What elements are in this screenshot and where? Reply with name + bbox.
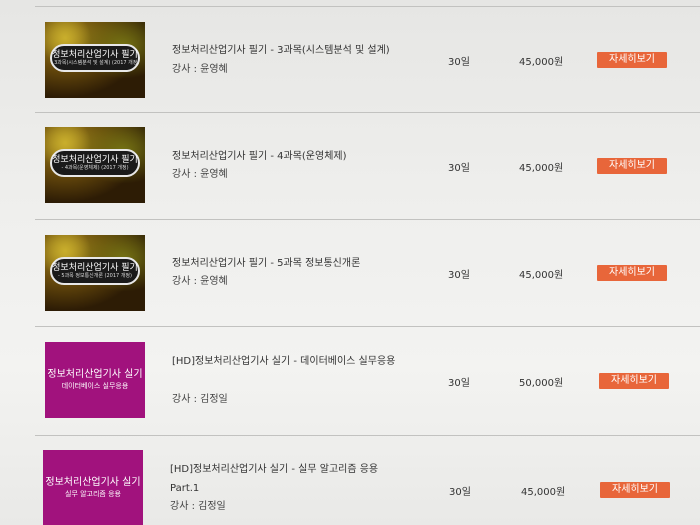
course-price: 45,000원 [519, 270, 564, 281]
course-price: 45,000원 [519, 163, 564, 174]
details-button[interactable]: 자세히보기 [600, 482, 670, 498]
thumbnail-title-pill: 정보처리산업기사 필기 - 4과목(운영체제) (2017 개정) [50, 149, 140, 177]
course-thumbnail[interactable]: 정보처리산업기사 필기 - 3과목(시스템분석 및 설계) (2017 개정) [45, 22, 145, 98]
course-title[interactable]: [HD]정보처리산업기사 실기 - 실무 알고리즘 응용 Part.1 [170, 460, 405, 498]
thumbnail-title: 정보처리산업기사 필기 [52, 49, 138, 60]
course-instructor: 강사 : 윤영혜 [172, 64, 228, 75]
details-button[interactable]: 자세히보기 [597, 265, 667, 281]
details-button[interactable]: 자세히보기 [599, 373, 669, 389]
course-title[interactable]: [HD]정보처리산업기사 실기 - 데이터베이스 실무응용 [172, 352, 422, 371]
course-row: 정보처리산업기사 필기 - 4과목(운영체제) (2017 개정) 정보처리산업… [35, 113, 700, 218]
course-thumbnail[interactable]: 정보처리산업기사 필기 - 4과목(운영체제) (2017 개정) [45, 127, 145, 203]
course-title[interactable]: 정보처리산업기사 필기 - 4과목(운영체제) [172, 147, 422, 166]
course-thumbnail[interactable]: 정보처리산업기사 실기 데이터베이스 실무응용 [45, 342, 145, 418]
course-instructor: 강사 : 김정일 [172, 394, 228, 405]
thumbnail-title: 정보처리산업기사 실기 [47, 369, 143, 380]
thumbnail-subtitle: - 4과목(운영체제) (2017 개정) [61, 164, 129, 171]
thumbnail-title-pill: 정보처리산업기사 필기 - 3과목(시스템분석 및 설계) (2017 개정) [50, 44, 140, 72]
course-price: 45,000원 [521, 487, 566, 498]
details-button[interactable]: 자세히보기 [597, 158, 667, 174]
course-row: 정보처리산업기사 필기 - 5과목 정보통신개론 (2017 개정) 정보처리산… [35, 220, 700, 325]
thumbnail-subtitle: - 3과목(시스템분석 및 설계) (2017 개정) [50, 59, 140, 66]
course-instructor: 강사 : 김정일 [170, 501, 226, 512]
course-duration: 30일 [448, 270, 470, 281]
course-duration: 30일 [448, 57, 470, 68]
course-duration: 30일 [449, 487, 471, 498]
thumbnail-title: 정보처리산업기사 필기 [52, 154, 138, 165]
thumbnail-title: 정보처리산업기사 필기 [52, 262, 138, 273]
course-row: 정보처리산업기사 실기 데이터베이스 실무응용 [HD]정보처리산업기사 실기 … [35, 327, 700, 434]
course-list: 정보처리산업기사 필기 - 3과목(시스템분석 및 설계) (2017 개정) … [0, 0, 700, 525]
thumbnail-title: 정보처리산업기사 실기 [45, 477, 141, 488]
details-button[interactable]: 자세히보기 [597, 52, 667, 68]
course-thumbnail[interactable]: 정보처리산업기사 필기 - 5과목 정보통신개론 (2017 개정) [45, 235, 145, 311]
course-title[interactable]: 정보처리산업기사 필기 - 5과목 정보통신개론 [172, 254, 422, 273]
course-price: 45,000원 [519, 57, 564, 68]
thumbnail-subtitle: 데이터베이스 실무응용 [61, 382, 129, 390]
thumbnail-subtitle: - 5과목 정보통신개론 (2017 개정) [58, 272, 132, 279]
course-thumbnail[interactable]: 정보처리산업기사 실기 실무 알고리즘 응용 [43, 450, 143, 525]
course-instructor: 강사 : 윤영혜 [172, 169, 228, 180]
course-duration: 30일 [448, 378, 470, 389]
course-instructor: 강사 : 윤영혜 [172, 276, 228, 287]
course-title[interactable]: 정보처리산업기사 필기 - 3과목(시스템분석 및 설계) [172, 41, 422, 60]
course-price: 50,000원 [519, 378, 564, 389]
course-row: 정보처리산업기사 필기 - 3과목(시스템분석 및 설계) (2017 개정) … [35, 7, 700, 111]
thumbnail-subtitle: 실무 알고리즘 응용 [65, 490, 121, 498]
thumbnail-title-pill: 정보처리산업기사 필기 - 5과목 정보통신개론 (2017 개정) [50, 257, 140, 285]
course-row: 정보처리산업기사 실기 실무 알고리즘 응용 [HD]정보처리산업기사 실기 -… [35, 436, 700, 525]
course-duration: 30일 [448, 163, 470, 174]
